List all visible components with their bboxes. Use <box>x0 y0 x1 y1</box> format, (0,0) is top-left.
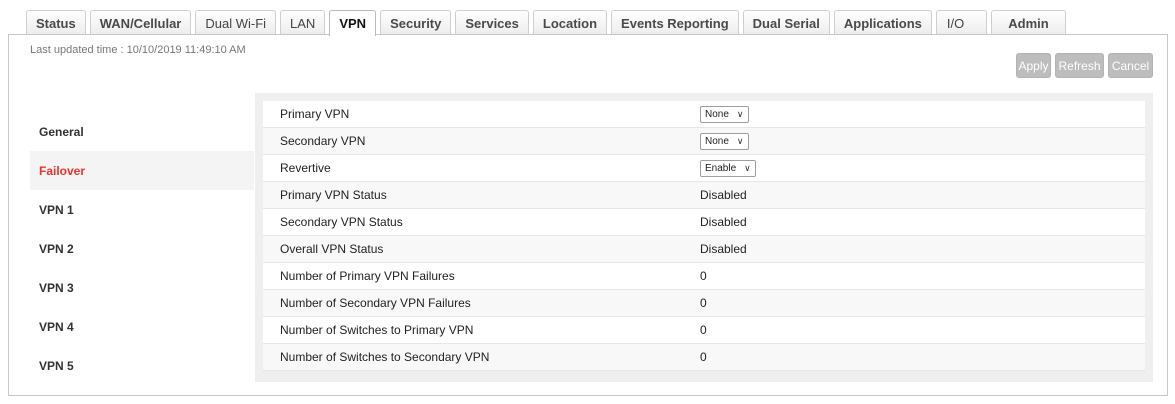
row-secondary-vpn: Secondary VPN None ∨ <box>263 128 1145 155</box>
tab-io[interactable]: I/O <box>935 10 988 35</box>
secondary-vpn-label: Secondary VPN <box>280 134 366 148</box>
sidebar-item-failover[interactable]: Failover <box>30 151 254 190</box>
secondary-vpn-failures-label: Number of Secondary VPN Failures <box>280 296 471 310</box>
primary-vpn-status-label: Primary VPN Status <box>280 188 387 202</box>
tab-security[interactable]: Security <box>380 10 452 35</box>
overall-vpn-status-label: Overall VPN Status <box>280 242 384 256</box>
secondary-vpn-failures-value: 0 <box>700 296 707 310</box>
chevron-down-icon: ∨ <box>736 135 744 146</box>
primary-vpn-failures-value: 0 <box>700 269 707 283</box>
row-revertive: Revertive Enable ∨ <box>263 155 1145 182</box>
row-secondary-vpn-failures: Number of Secondary VPN Failures 0 <box>263 290 1145 317</box>
primary-vpn-select[interactable]: None ∨ <box>700 105 749 123</box>
primary-vpn-failures-label: Number of Primary VPN Failures <box>280 269 455 283</box>
tab-vpn[interactable]: VPN <box>329 10 377 36</box>
apply-button[interactable]: Apply <box>1016 53 1051 78</box>
revertive-label: Revertive <box>280 161 331 175</box>
tab-lan[interactable]: LAN <box>280 10 326 35</box>
tab-applications[interactable]: Applications <box>833 10 932 35</box>
tab-location[interactable]: Location <box>532 10 608 35</box>
switches-to-primary-value: 0 <box>700 323 707 337</box>
overall-vpn-status-value: Disabled <box>700 242 747 256</box>
last-updated-label: Last updated time : <box>30 44 124 56</box>
sidebar-item-general[interactable]: General <box>30 112 254 151</box>
tab-services[interactable]: Services <box>455 10 529 35</box>
refresh-button[interactable]: Refresh <box>1055 53 1104 78</box>
secondary-vpn-select[interactable]: None ∨ <box>700 132 749 150</box>
vpn-panel: Last updated time : 10/10/2019 11:49:10 … <box>8 34 1168 396</box>
row-primary-vpn: Primary VPN None ∨ <box>263 101 1145 128</box>
revertive-select-value: Enable <box>705 162 737 174</box>
row-primary-vpn-failures: Number of Primary VPN Failures 0 <box>263 263 1145 290</box>
revertive-select[interactable]: Enable ∨ <box>700 159 756 177</box>
cancel-button[interactable]: Cancel <box>1108 53 1153 78</box>
tab-dual-serial[interactable]: Dual Serial <box>742 10 830 35</box>
tab-dual-wifi[interactable]: Dual Wi-Fi <box>195 10 277 35</box>
sidebar-item-vpn4[interactable]: VPN 4 <box>30 307 254 346</box>
tab-wan-cellular[interactable]: WAN/Cellular <box>89 10 192 35</box>
last-updated-value: 10/10/2019 11:49:10 AM <box>126 44 246 56</box>
row-overall-vpn-status: Overall VPN Status Disabled <box>263 236 1145 263</box>
tab-events-reporting[interactable]: Events Reporting <box>611 10 739 35</box>
row-primary-vpn-status: Primary VPN Status Disabled <box>263 182 1145 209</box>
primary-vpn-label: Primary VPN <box>280 107 350 121</box>
primary-vpn-select-value: None <box>705 108 729 120</box>
sidebar-item-vpn5[interactable]: VPN 5 <box>30 346 254 385</box>
row-secondary-vpn-status: Secondary VPN Status Disabled <box>263 209 1145 236</box>
main-tab-bar: Status WAN/Cellular Dual Wi-Fi LAN VPN S… <box>26 10 1070 36</box>
secondary-vpn-status-label: Secondary VPN Status <box>280 215 403 229</box>
chevron-down-icon: ∨ <box>744 162 751 173</box>
switches-to-secondary-value: 0 <box>700 350 707 364</box>
tab-admin[interactable]: Admin <box>991 10 1066 35</box>
primary-vpn-status-value: Disabled <box>700 188 747 202</box>
chevron-down-icon: ∨ <box>736 108 744 119</box>
sidebar-item-vpn2[interactable]: VPN 2 <box>30 229 254 268</box>
tab-status[interactable]: Status <box>26 10 86 35</box>
row-switches-to-secondary: Number of Switches to Secondary VPN 0 <box>263 344 1145 371</box>
secondary-vpn-select-value: None <box>705 135 729 147</box>
switches-to-secondary-label: Number of Switches to Secondary VPN <box>280 350 490 364</box>
vpn-sidebar: General Failover VPN 1 VPN 2 VPN 3 VPN 4… <box>30 112 254 385</box>
secondary-vpn-status-value: Disabled <box>700 215 747 229</box>
failover-settings: Primary VPN None ∨ Secondary VPN None ∨ … <box>255 93 1153 382</box>
last-updated: Last updated time : 10/10/2019 11:49:10 … <box>30 44 246 56</box>
switches-to-primary-label: Number of Switches to Primary VPN <box>280 323 474 337</box>
sidebar-item-vpn1[interactable]: VPN 1 <box>30 190 254 229</box>
sidebar-item-vpn3[interactable]: VPN 3 <box>30 268 254 307</box>
row-switches-to-primary: Number of Switches to Primary VPN 0 <box>263 317 1145 344</box>
